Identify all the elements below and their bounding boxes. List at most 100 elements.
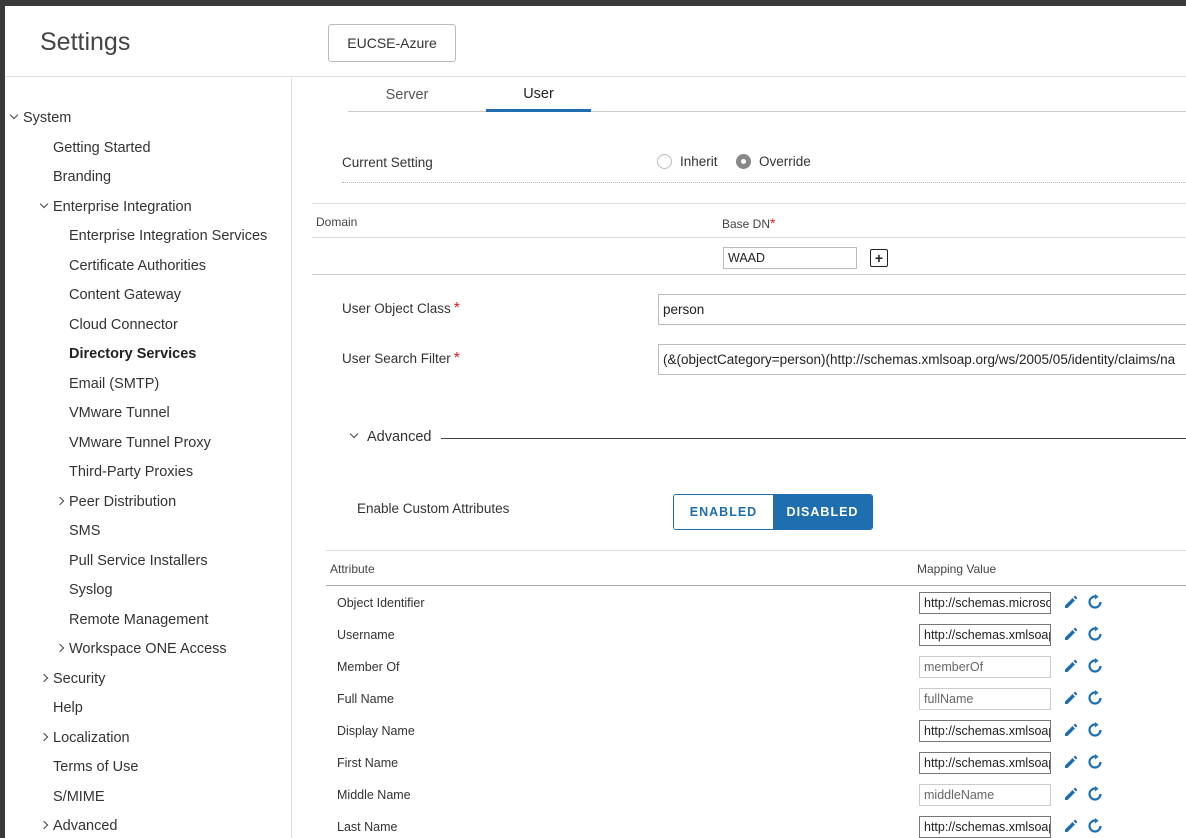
sidebar-item[interactable]: Help (53, 700, 83, 716)
sidebar-item-label: System (23, 110, 72, 126)
required-marker: * (453, 300, 461, 317)
sidebar-item[interactable]: Cloud Connector (69, 317, 178, 333)
divider (326, 550, 1186, 551)
user-object-class-input[interactable]: person (658, 294, 1186, 325)
sidebar-item-label: Help (53, 700, 83, 716)
sidebar-item[interactable]: Third-Party Proxies (69, 464, 193, 480)
attribute-name: Member Of (337, 660, 400, 674)
chevron-right-icon[interactable] (38, 673, 50, 685)
sidebar-item[interactable]: Enterprise Integration Services (69, 228, 267, 244)
sidebar-item-label: Peer Distribution (69, 494, 177, 510)
attribute-name: First Name (337, 756, 399, 770)
sidebar-item[interactable]: Terms of Use (53, 759, 138, 775)
enabled-button[interactable]: ENABLED (674, 495, 773, 529)
divider (312, 274, 1186, 275)
radio-inherit[interactable]: Inherit (657, 154, 718, 169)
sidebar-item[interactable]: Localization (38, 730, 130, 746)
page-title: Settings (40, 28, 131, 56)
sidebar-item[interactable]: Directory Services (69, 346, 196, 362)
reset-refresh-icon[interactable] (1087, 658, 1105, 676)
settings-window: Settings EUCSE-Azure System Getting Start… (5, 6, 1186, 838)
sidebar-item[interactable]: Advanced (38, 818, 118, 834)
edit-pencil-icon[interactable] (1063, 658, 1081, 676)
advanced-section-toggle[interactable]: Advanced (348, 429, 432, 445)
edit-pencil-icon[interactable] (1063, 786, 1081, 804)
chevron-right-icon[interactable] (38, 732, 50, 744)
chevron-right-icon[interactable] (54, 643, 66, 655)
sidebar-item[interactable]: Security (38, 671, 105, 687)
edit-pencil-icon[interactable] (1063, 594, 1081, 612)
base-dn-input[interactable]: WAAD (723, 247, 857, 269)
sidebar-item[interactable]: Content Gateway (69, 287, 181, 303)
sidebar-item[interactable]: System (8, 110, 71, 126)
disabled-button[interactable]: DISABLED (773, 495, 872, 529)
user-search-filter-input[interactable]: (&(objectCategory=person)(http://schemas… (658, 344, 1186, 375)
edit-pencil-icon[interactable] (1063, 690, 1081, 708)
tab-server[interactable]: Server (348, 78, 466, 112)
reset-refresh-icon[interactable] (1087, 754, 1105, 772)
sidebar-item[interactable]: Pull Service Installers (69, 553, 208, 569)
radio-override-circle[interactable] (736, 154, 751, 169)
add-domain-plus-icon[interactable]: + (870, 249, 888, 267)
sidebar-item-label: Email (SMTP) (69, 376, 160, 392)
mapping-value-input[interactable]: http://schemas.xmlsoap (919, 752, 1051, 774)
header: Settings EUCSE-Azure (5, 6, 1186, 77)
sidebar-item[interactable]: Branding (53, 169, 111, 185)
reset-refresh-icon[interactable] (1087, 594, 1105, 612)
sidebar-item-label: Remote Management (69, 612, 209, 628)
mapping-value-input[interactable]: middleName (919, 784, 1051, 806)
sidebar-item[interactable]: Workspace ONE Access (54, 641, 227, 657)
mapping-value-input[interactable]: memberOf (919, 656, 1051, 678)
reset-refresh-icon[interactable] (1087, 818, 1105, 836)
user-object-class-text: User Object Class (342, 301, 451, 316)
attribute-name: Last Name (337, 820, 398, 834)
sidebar-item-label: Content Gateway (69, 287, 182, 303)
mapping-value-input[interactable]: fullName (919, 688, 1051, 710)
radio-inherit-circle[interactable] (657, 154, 672, 169)
edit-pencil-icon[interactable] (1063, 818, 1081, 836)
sidebar-item-label: Security (53, 671, 106, 687)
chevron-down-icon[interactable] (38, 201, 50, 213)
sidebar-item[interactable]: VMware Tunnel (69, 405, 170, 421)
chevron-right-icon[interactable] (38, 820, 50, 832)
sidebar-item[interactable]: Peer Distribution (54, 494, 176, 510)
edit-pencil-icon[interactable] (1063, 722, 1081, 740)
organization-group-button[interactable]: EUCSE-Azure (328, 24, 456, 62)
chevron-down-icon[interactable] (8, 112, 20, 124)
enable-custom-attributes-label: Enable Custom Attributes (357, 501, 510, 516)
sidebar-item[interactable]: Syslog (69, 582, 113, 598)
sidebar-item[interactable]: Email (SMTP) (69, 376, 159, 392)
tab-user[interactable]: User (486, 78, 591, 112)
reset-refresh-icon[interactable] (1087, 626, 1105, 644)
sidebar-item-label: Syslog (69, 582, 113, 598)
attribute-name: Middle Name (337, 788, 411, 802)
mapping-value-input[interactable]: http://schemas.xmlsoap (919, 624, 1051, 646)
mapping-value-input[interactable]: http://schemas.xmlsoap (919, 816, 1051, 838)
sidebar-item[interactable]: VMware Tunnel Proxy (69, 435, 211, 451)
tab-bar: Server User (348, 78, 1186, 112)
edit-pencil-icon[interactable] (1063, 626, 1081, 644)
sidebar-item-label: Directory Services (69, 346, 197, 362)
sidebar-item[interactable]: S/MIME (53, 789, 105, 805)
sidebar-item[interactable]: Enterprise Integration (38, 199, 192, 215)
chevron-right-icon[interactable] (54, 496, 66, 508)
divider (342, 182, 1186, 183)
edit-pencil-icon[interactable] (1063, 754, 1081, 772)
custom-attributes-toggle: ENABLED DISABLED (673, 494, 873, 530)
sidebar-item[interactable]: SMS (69, 523, 100, 539)
sidebar-item[interactable]: Getting Started (53, 140, 151, 156)
sidebar-item[interactable]: Remote Management (69, 612, 208, 628)
mapping-value-input[interactable]: http://schemas.xmlsoap (919, 720, 1051, 742)
user-search-filter-text: User Search Filter (342, 351, 451, 366)
reset-refresh-icon[interactable] (1087, 690, 1105, 708)
sidebar-item[interactable]: Certificate Authorities (69, 258, 206, 274)
sidebar-item-label: Enterprise Integration Services (69, 228, 268, 244)
sidebar-item-label: Workspace ONE Access (69, 641, 227, 657)
mapping-value-input[interactable]: http://schemas.microsoft (919, 592, 1051, 614)
reset-refresh-icon[interactable] (1087, 786, 1105, 804)
reset-refresh-icon[interactable] (1087, 722, 1105, 740)
sidebar-item-label: S/MIME (53, 789, 105, 805)
radio-override[interactable]: Override (736, 154, 811, 169)
sidebar-item-label: Cloud Connector (69, 317, 178, 333)
user-search-filter-label: User Search Filter * (342, 350, 460, 368)
